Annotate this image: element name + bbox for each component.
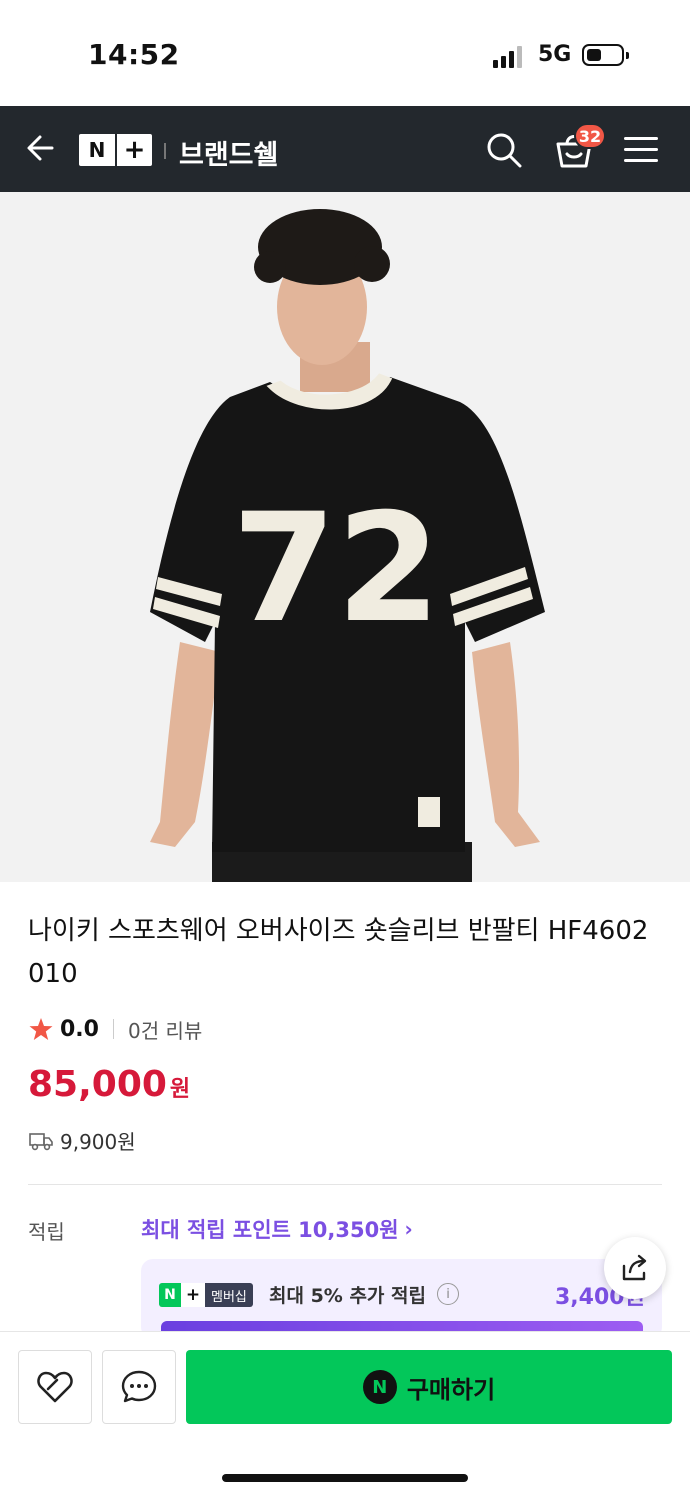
search-button[interactable] xyxy=(484,130,524,170)
status-bar: 14:52 5G xyxy=(0,0,690,106)
search-icon xyxy=(487,133,522,168)
product-image[interactable]: 72 xyxy=(0,192,690,882)
store-title[interactable]: 브랜드쉘 xyxy=(179,133,278,172)
app-header: N + 브랜드쉘 xyxy=(0,106,690,192)
truck-icon xyxy=(29,1132,53,1150)
battery-icon xyxy=(582,44,629,66)
naver-plus-logo[interactable]: N + xyxy=(79,134,152,166)
logo-n: N xyxy=(88,138,106,162)
max-points-text: 최대 적립 포인트 10,350원 xyxy=(141,1218,399,1242)
rating-value: 0.0 xyxy=(60,1016,99,1042)
shipping-row: 9,900원 xyxy=(28,1126,136,1155)
product-photo: 72 xyxy=(0,192,690,882)
shipping-fee: 9,900원 xyxy=(60,1130,136,1154)
product-title: 나이키 스포츠웨어 오버사이즈 숏슬리브 반팔티 HF4602 010 xyxy=(28,916,649,989)
badge-plus: + xyxy=(181,1283,205,1307)
price-value: 85,000 xyxy=(28,1064,167,1105)
review-count-link[interactable]: 0건 리뷰 xyxy=(128,1015,202,1044)
buy-button[interactable]: N 구매하기 xyxy=(186,1350,672,1424)
section-divider xyxy=(28,1184,662,1185)
signal-icon xyxy=(493,44,523,68)
price-unit: 원 xyxy=(169,1077,191,1102)
badge-text: 멤버십 xyxy=(205,1283,253,1307)
rating-divider xyxy=(112,1019,114,1039)
info-icon[interactable]: i xyxy=(437,1283,459,1305)
membership-points-box: N + 멤버십 최대 5% 추가 적립 i 3,400원 xyxy=(141,1259,662,1339)
price-row: 85,000 원 xyxy=(28,1064,190,1105)
wishlist-button[interactable] xyxy=(18,1350,92,1424)
talk-chat-button[interactable] xyxy=(102,1350,176,1424)
heart-icon xyxy=(37,1371,73,1403)
cart-count-badge: 32 xyxy=(574,123,606,149)
buy-label: 구매하기 xyxy=(406,1375,496,1404)
arrow-left-icon xyxy=(27,135,54,161)
header-divider xyxy=(164,143,166,159)
membership-text: 최대 5% 추가 적립 xyxy=(269,1285,426,1307)
naver-plus-membership-badge: N + 멤버십 xyxy=(159,1283,253,1307)
badge-n: N xyxy=(159,1283,181,1307)
home-indicator xyxy=(222,1474,468,1482)
max-points-link[interactable]: 최대 적립 포인트 10,350원 › xyxy=(141,1214,413,1244)
share-icon xyxy=(622,1254,647,1281)
chevron-right-icon: › xyxy=(404,1217,413,1241)
rating-row: 0.0 0건 리뷰 xyxy=(28,1014,202,1044)
network-label: 5G xyxy=(538,42,572,67)
menu-button[interactable] xyxy=(622,132,660,168)
share-button[interactable] xyxy=(604,1237,666,1299)
star-icon xyxy=(29,1018,53,1040)
back-button[interactable] xyxy=(22,128,62,168)
jersey-number: 72 xyxy=(232,482,441,656)
logo-plus: + xyxy=(115,134,152,166)
status-time: 14:52 xyxy=(88,38,180,71)
naver-pay-icon: N xyxy=(362,1370,397,1404)
points-label: 적립 xyxy=(28,1220,65,1244)
chat-bubble-icon xyxy=(121,1370,157,1403)
